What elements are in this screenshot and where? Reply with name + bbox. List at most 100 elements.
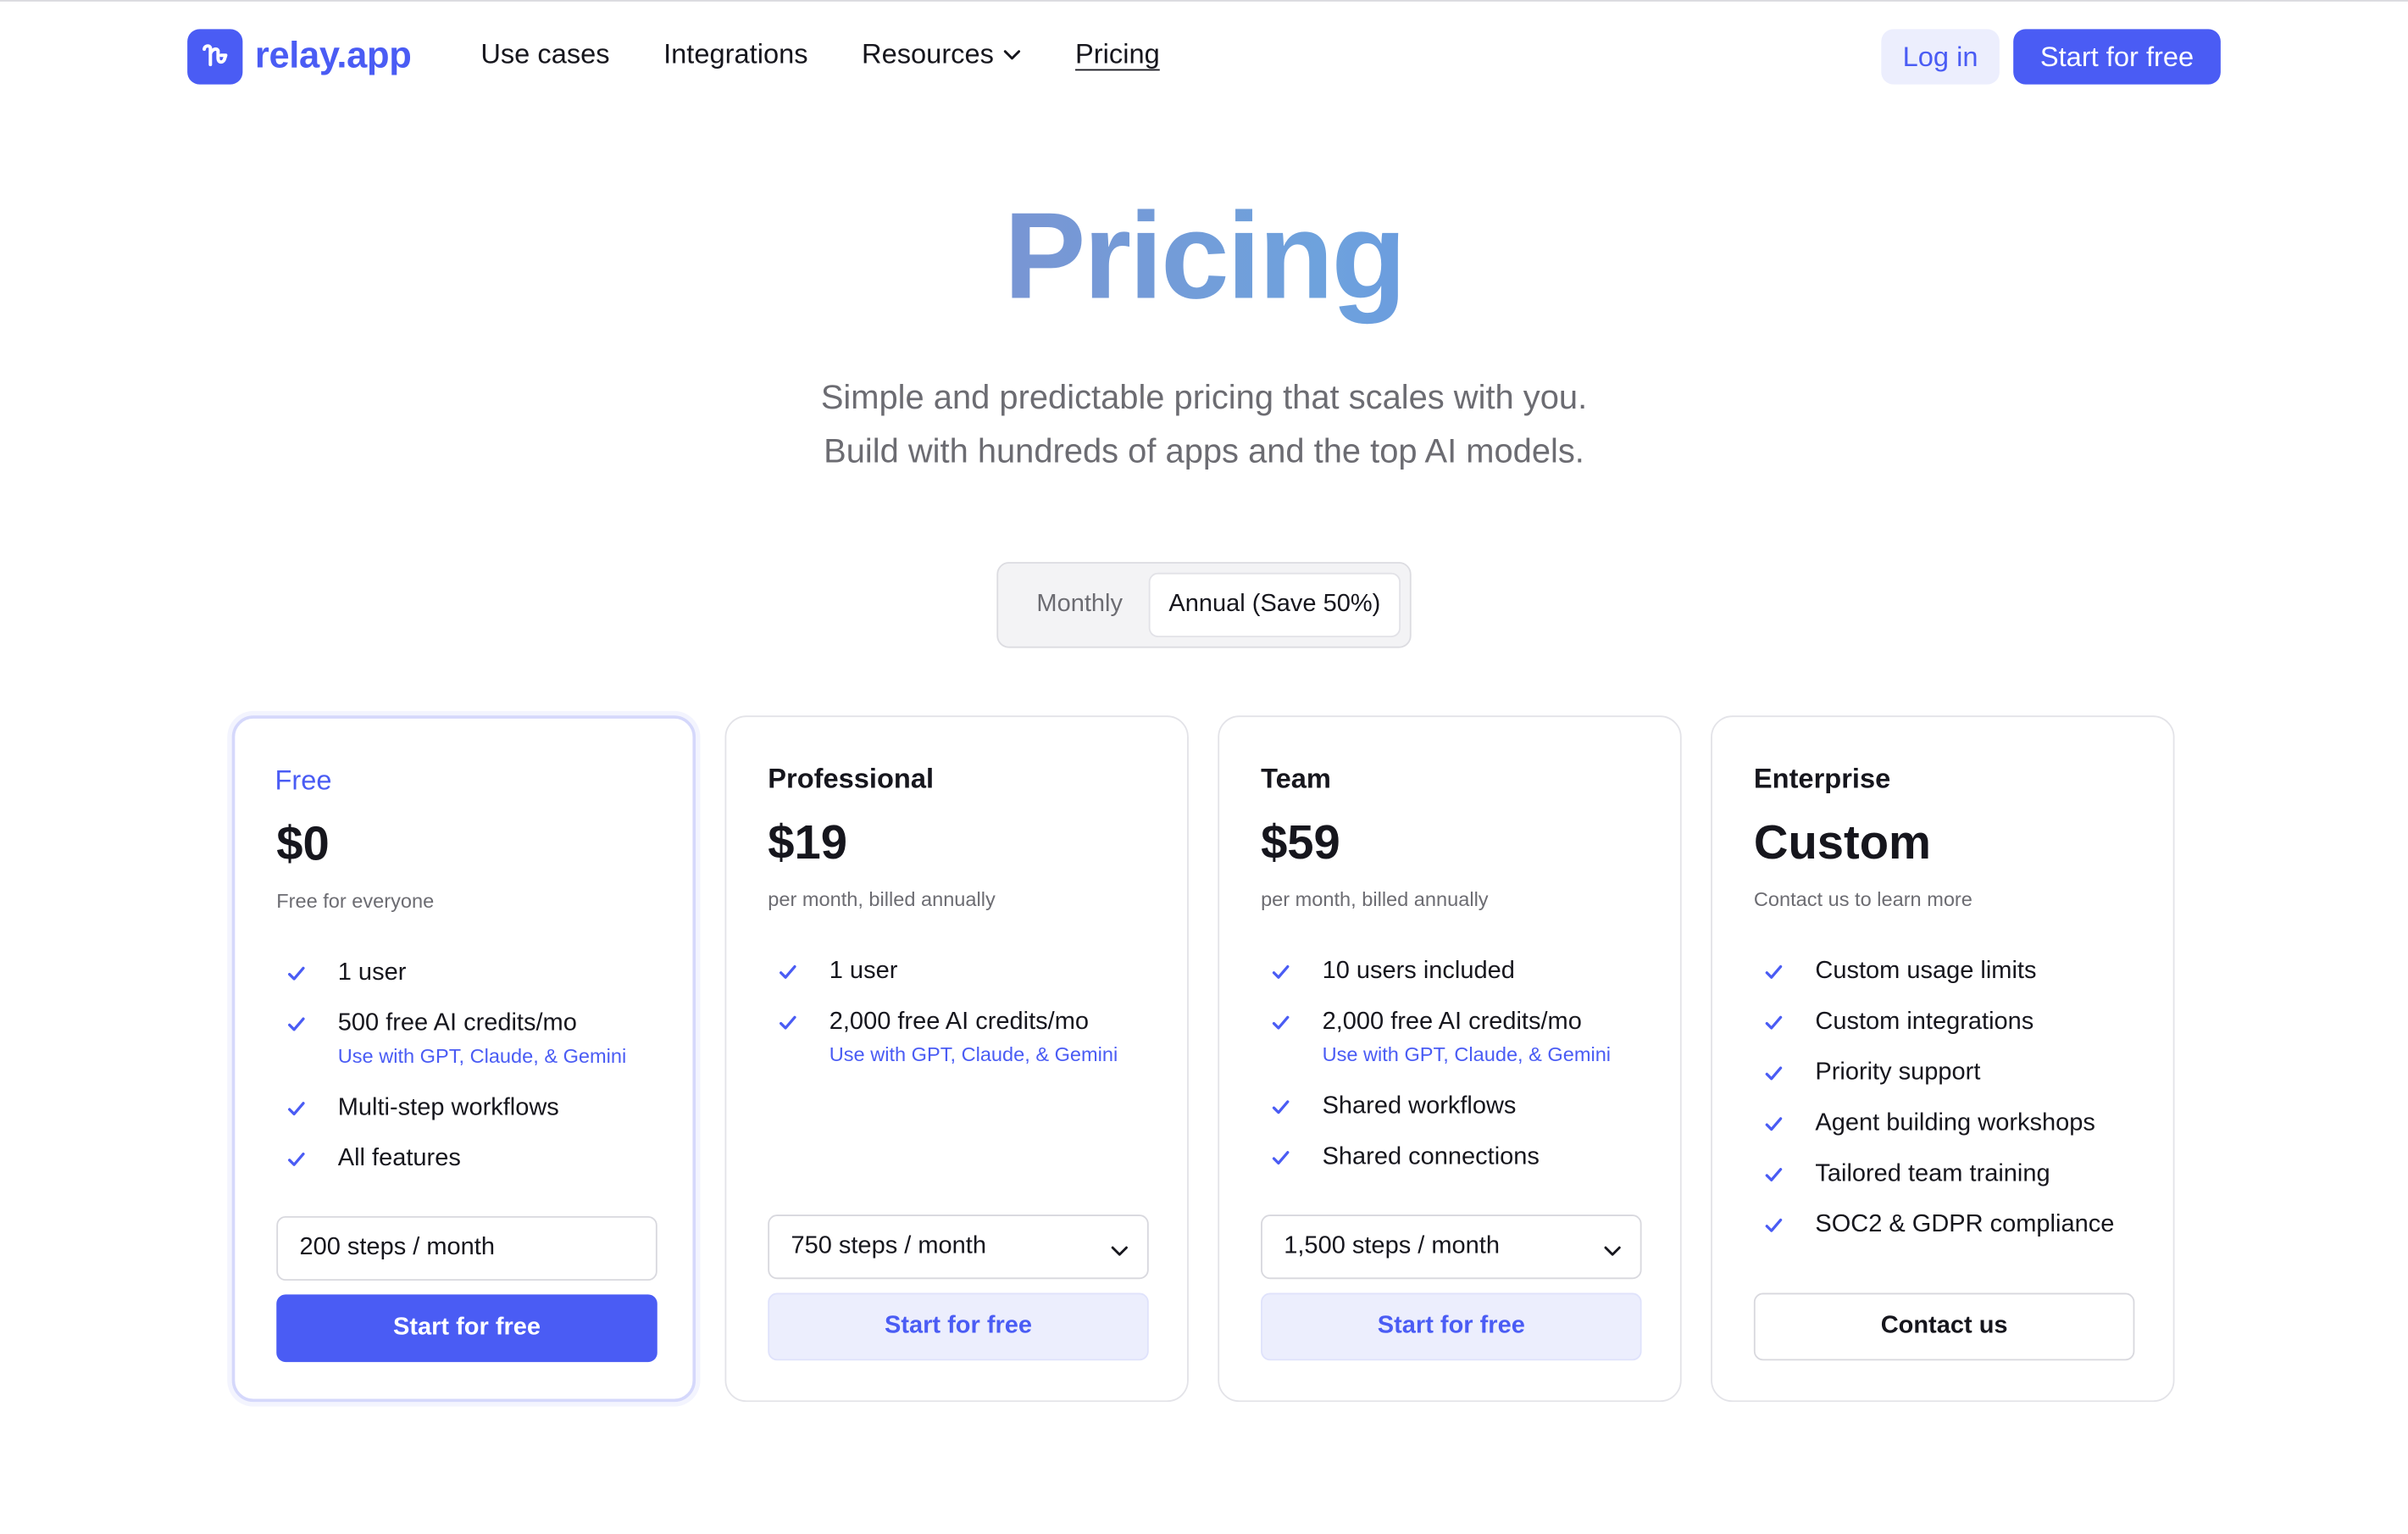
feature-subtext: Use with GPT, Claude, & Gemini bbox=[829, 1042, 1118, 1066]
feature-list: 1 user 500 free AI credits/mo Use with G… bbox=[276, 959, 675, 1195]
feature-text: Multi-step workflows bbox=[337, 1094, 559, 1121]
plan-price-note: per month, billed annually bbox=[768, 887, 996, 911]
feature-text: Custom usage limits bbox=[1815, 958, 2037, 985]
start-for-free-nav-button[interactable]: Start for free bbox=[2013, 29, 2221, 85]
check-icon bbox=[1763, 1164, 1784, 1192]
feature-item: SOC2 & GDPR compliance bbox=[1754, 1210, 2153, 1261]
feature-item: Agent building workshops bbox=[1754, 1109, 2153, 1159]
feature-text: 2,000 free AI credits/mo bbox=[829, 1009, 1090, 1036]
feature-item: 2,000 free AI credits/mo Use with GPT, C… bbox=[768, 1008, 1167, 1092]
logo[interactable]: relay.app bbox=[187, 29, 412, 85]
feature-list: 10 users included 2,000 free AI credits/… bbox=[1261, 957, 1660, 1193]
check-icon bbox=[1763, 1114, 1784, 1142]
plan-price: $0 bbox=[276, 816, 330, 871]
plan-card-free: Free $0 Free for everyone 1 user 500 fre… bbox=[231, 715, 696, 1403]
plan-price: Custom bbox=[1753, 815, 1932, 870]
steps-value: 750 steps / month bbox=[791, 1232, 986, 1259]
check-icon bbox=[1763, 1012, 1784, 1041]
feature-list: 1 user 2,000 free AI credits/mo Use with… bbox=[768, 957, 1167, 1092]
feature-text: 1 user bbox=[337, 959, 407, 987]
check-icon bbox=[1270, 1147, 1291, 1176]
feature-text: Shared workflows bbox=[1322, 1093, 1517, 1120]
feature-item: All features bbox=[276, 1144, 675, 1195]
check-icon bbox=[1763, 1214, 1784, 1243]
feature-text: 2,000 free AI credits/mo bbox=[1322, 1009, 1582, 1036]
nav-link-resources[interactable]: Resources bbox=[862, 38, 1022, 70]
plan-price-note: Free for everyone bbox=[276, 889, 435, 913]
check-icon bbox=[1270, 961, 1291, 990]
steps-value: 200 steps / month bbox=[299, 1234, 495, 1261]
start-for-free-button[interactable]: Start for free bbox=[768, 1292, 1149, 1361]
feature-item: Multi-step workflows bbox=[276, 1093, 675, 1144]
check-icon bbox=[286, 1014, 307, 1042]
nav-link-use-cases[interactable]: Use cases bbox=[480, 38, 609, 70]
feature-item: Shared workflows bbox=[1261, 1092, 1660, 1142]
check-icon bbox=[777, 961, 798, 990]
contact-us-button[interactable]: Contact us bbox=[1753, 1292, 2135, 1361]
check-icon bbox=[1763, 961, 1784, 990]
chevron-down-icon bbox=[1603, 1237, 1622, 1265]
feature-text: 1 user bbox=[829, 958, 898, 985]
chevron-down-icon bbox=[1110, 1237, 1129, 1265]
feature-item: Shared connections bbox=[1261, 1142, 1660, 1193]
plan-card-team: Team $59 per month, billed annually 10 u… bbox=[1218, 715, 1682, 1403]
nav-link-integrations[interactable]: Integrations bbox=[663, 38, 807, 70]
login-button[interactable]: Log in bbox=[1881, 29, 2000, 85]
nav-link-resources-label: Resources bbox=[862, 38, 994, 69]
feature-text: Tailored team training bbox=[1815, 1160, 2050, 1187]
billing-option-monthly[interactable]: Monthly bbox=[1007, 573, 1151, 637]
feature-item: 500 free AI credits/mo Use with GPT, Cla… bbox=[276, 1009, 675, 1093]
plan-name: Free bbox=[275, 764, 332, 796]
chevron-down-icon bbox=[1003, 48, 1022, 60]
plan-price-note: per month, billed annually bbox=[1261, 887, 1489, 911]
feature-item: 1 user bbox=[276, 959, 675, 1009]
check-icon bbox=[1270, 1012, 1291, 1041]
feature-item: 2,000 free AI credits/mo Use with GPT, C… bbox=[1261, 1008, 1660, 1092]
start-for-free-button[interactable]: Start for free bbox=[1261, 1292, 1642, 1361]
plan-name: Team bbox=[1261, 763, 1331, 794]
feature-subtext: Use with GPT, Claude, & Gemini bbox=[337, 1044, 627, 1068]
relay-logo-icon bbox=[187, 29, 243, 85]
feature-subtext: Use with GPT, Claude, & Gemini bbox=[1322, 1042, 1612, 1066]
page-title: Pricing bbox=[0, 183, 2408, 331]
feature-text: All features bbox=[337, 1145, 461, 1172]
plan-price: $59 bbox=[1261, 815, 1340, 870]
check-icon bbox=[1763, 1063, 1784, 1092]
feature-text: Priority support bbox=[1815, 1059, 1981, 1086]
start-for-free-button[interactable]: Start for free bbox=[276, 1294, 657, 1363]
feature-item: Priority support bbox=[1754, 1058, 2153, 1109]
hero-subtitle-line-1: Simple and predictable pricing that scal… bbox=[820, 377, 1588, 416]
nav-link-pricing[interactable]: Pricing bbox=[1075, 38, 1160, 70]
check-icon bbox=[777, 1012, 798, 1041]
plan-card-professional: Professional $19 per month, billed annua… bbox=[724, 715, 1189, 1403]
plan-card-enterprise: Enterprise Custom Contact us to learn mo… bbox=[1711, 715, 2175, 1403]
feature-text: 500 free AI credits/mo bbox=[337, 1010, 577, 1037]
steps-dropdown[interactable]: 750 steps / month bbox=[768, 1214, 1149, 1280]
nav-links: Use cases Integrations Resources Pricing bbox=[480, 38, 1213, 70]
steps-dropdown[interactable]: 1,500 steps / month bbox=[1261, 1214, 1642, 1280]
steps-value: 1,500 steps / month bbox=[1284, 1232, 1500, 1259]
plan-name: Enterprise bbox=[1753, 763, 1891, 794]
feature-item: Custom usage limits bbox=[1754, 957, 2153, 1008]
feature-item: Tailored team training bbox=[1754, 1159, 2153, 1210]
feature-text: Custom integrations bbox=[1815, 1009, 2034, 1036]
top-nav: relay.app Use cases Integrations Resourc… bbox=[0, 2, 2408, 112]
plan-price: $19 bbox=[768, 815, 848, 870]
check-icon bbox=[286, 1148, 307, 1177]
feature-text: Agent building workshops bbox=[1815, 1109, 2095, 1137]
feature-item: Custom integrations bbox=[1754, 1008, 2153, 1059]
feature-text: Shared connections bbox=[1322, 1143, 1540, 1170]
page: relay.app Use cases Integrations Resourc… bbox=[0, 0, 2408, 1534]
steps-field[interactable]: 200 steps / month bbox=[276, 1215, 657, 1281]
plan-price-note: Contact us to learn more bbox=[1753, 887, 1972, 911]
billing-toggle: Monthly Annual (Save 50%) bbox=[996, 562, 1412, 648]
check-icon bbox=[286, 1098, 307, 1126]
feature-list: Custom usage limits Custom integrations … bbox=[1754, 957, 2153, 1261]
feature-item: 10 users included bbox=[1261, 957, 1660, 1008]
feature-item: 1 user bbox=[768, 957, 1167, 1008]
plan-name: Professional bbox=[768, 763, 935, 794]
feature-text: SOC2 & GDPR compliance bbox=[1815, 1211, 2115, 1238]
hero-subtitle-line-2: Build with hundreds of apps and the top … bbox=[824, 431, 1584, 470]
check-icon bbox=[1270, 1097, 1291, 1125]
billing-option-annual[interactable]: Annual (Save 50%) bbox=[1148, 572, 1401, 637]
